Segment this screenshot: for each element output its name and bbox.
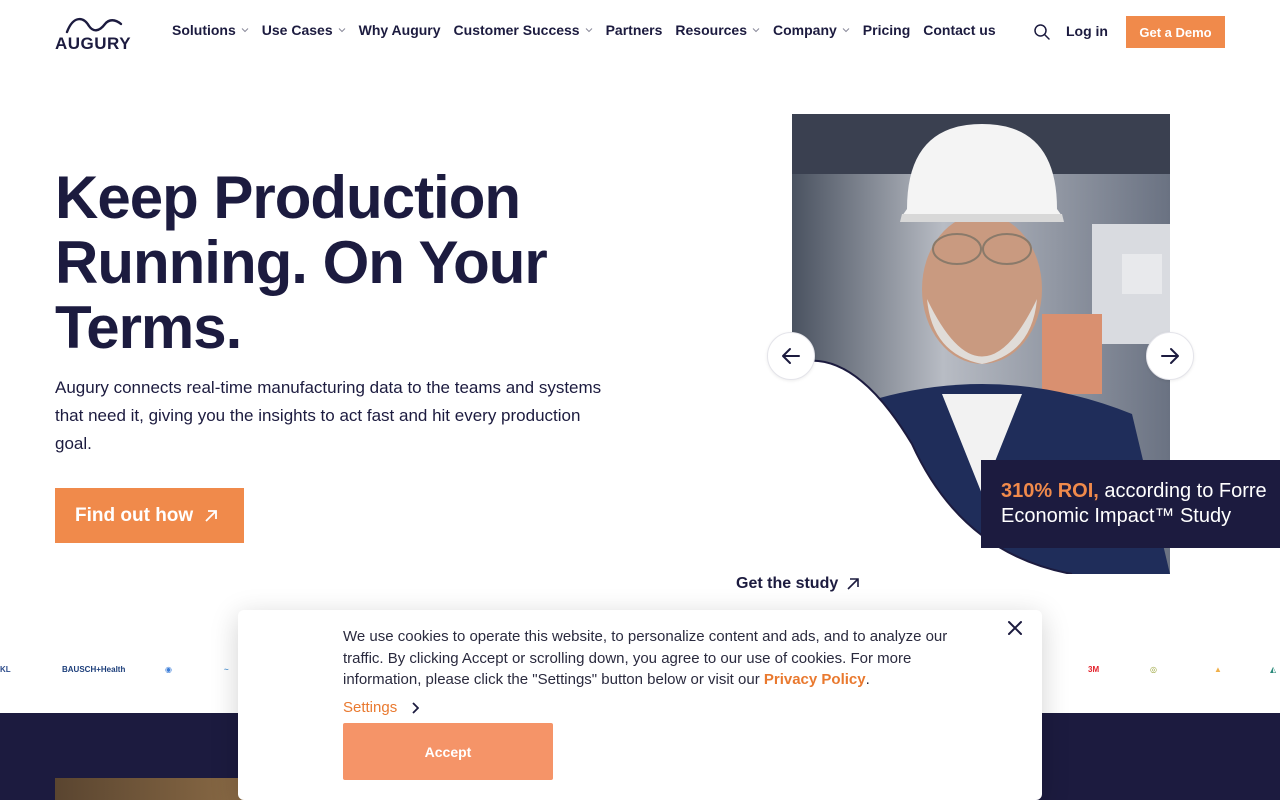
carousel-next-button[interactable]: [1146, 332, 1194, 380]
nav-label: Contact us: [923, 22, 996, 38]
privacy-policy-link[interactable]: Privacy Policy: [764, 671, 866, 688]
customer-logo: 3M: [1088, 665, 1100, 674]
nav-partners[interactable]: Partners: [606, 22, 663, 38]
nav-use-cases[interactable]: Use Cases: [262, 22, 346, 38]
get-demo-button[interactable]: Get a Demo: [1126, 16, 1225, 48]
settings-label: Settings: [343, 699, 398, 716]
chevron-down-icon: [842, 26, 850, 34]
login-link[interactable]: Log in: [1066, 23, 1108, 39]
nav-customer-success[interactable]: Customer Success: [454, 22, 593, 38]
site-header: AUGURY Solutions Use Cases Why Augury Cu…: [0, 0, 1280, 64]
section-image: [55, 778, 245, 800]
nav-resources[interactable]: Resources: [675, 22, 760, 38]
customer-logo: ◎: [1150, 665, 1157, 674]
nav-label: Customer Success: [453, 22, 580, 38]
roi-text: according to Forre: [1098, 480, 1267, 502]
get-study-link[interactable]: Get the study: [736, 575, 860, 593]
nav-company[interactable]: Company: [773, 22, 850, 38]
chevron-down-icon: [752, 26, 760, 34]
hero-title: Keep Production Running. On Your Terms.: [55, 164, 548, 361]
arrow-right-icon: [1161, 348, 1179, 364]
accept-cookies-button[interactable]: Accept: [343, 723, 553, 780]
roi-card: 310% ROI, according to Forre Economic Im…: [981, 460, 1280, 548]
cookie-period: .: [865, 671, 870, 689]
augury-logo[interactable]: AUGURY: [55, 14, 135, 54]
nav-label: Partners: [605, 22, 663, 38]
nav-why-augury[interactable]: Why Augury: [359, 22, 441, 38]
hero-subtitle: Augury connects real-time manufacturing …: [55, 378, 602, 453]
augury-wave-icon: [65, 18, 123, 34]
customer-logo: KL: [0, 665, 11, 674]
chevron-right-icon: [412, 701, 420, 714]
chevron-down-icon: [338, 26, 346, 34]
nav-label: Solutions: [172, 22, 236, 38]
cookie-banner: We use cookies to operate this website, …: [238, 610, 1042, 800]
cookie-text: We use cookies to operate this website, …: [343, 626, 983, 691]
nav-contact-us[interactable]: Contact us: [923, 22, 995, 38]
carousel-prev-button[interactable]: [767, 332, 815, 380]
customer-logo: ▲: [1214, 665, 1222, 674]
roi-highlight: 310% ROI,: [1001, 480, 1099, 502]
cookie-settings-button[interactable]: Settings: [343, 699, 420, 716]
nav-label: Company: [773, 22, 837, 38]
logo-wordmark: AUGURY: [55, 34, 132, 53]
customer-logo: ◭: [1270, 665, 1277, 674]
roi-line-1: 310% ROI, according to Forre: [1001, 479, 1280, 504]
arrow-left-icon: [782, 348, 800, 364]
search-icon[interactable]: [1033, 23, 1051, 41]
customer-logo: ◉: [165, 665, 172, 674]
nav-label: Why Augury: [358, 22, 441, 38]
chevron-down-icon: [241, 26, 249, 34]
customer-logo: BAUSCH+Health: [62, 665, 126, 674]
main-nav: Solutions Use Cases Why Augury Customer …: [172, 22, 1009, 38]
chevron-down-icon: [585, 26, 593, 34]
study-link-label: Get the study: [736, 575, 839, 592]
arrow-up-right-icon: [847, 578, 860, 590]
close-icon[interactable]: [1006, 619, 1024, 637]
find-out-how-button[interactable]: Find out how: [55, 488, 244, 543]
roi-line-2: Economic Impact™ Study: [1001, 505, 1232, 527]
cta-label: Find out how: [75, 504, 194, 526]
nav-pricing[interactable]: Pricing: [863, 22, 910, 38]
customer-logo: ~: [224, 665, 229, 674]
nav-label: Use Cases: [261, 22, 333, 38]
nav-label: Pricing: [862, 22, 911, 38]
nav-label: Resources: [675, 22, 747, 38]
nav-solutions[interactable]: Solutions: [172, 22, 249, 38]
arrow-up-right-icon: [205, 509, 218, 522]
